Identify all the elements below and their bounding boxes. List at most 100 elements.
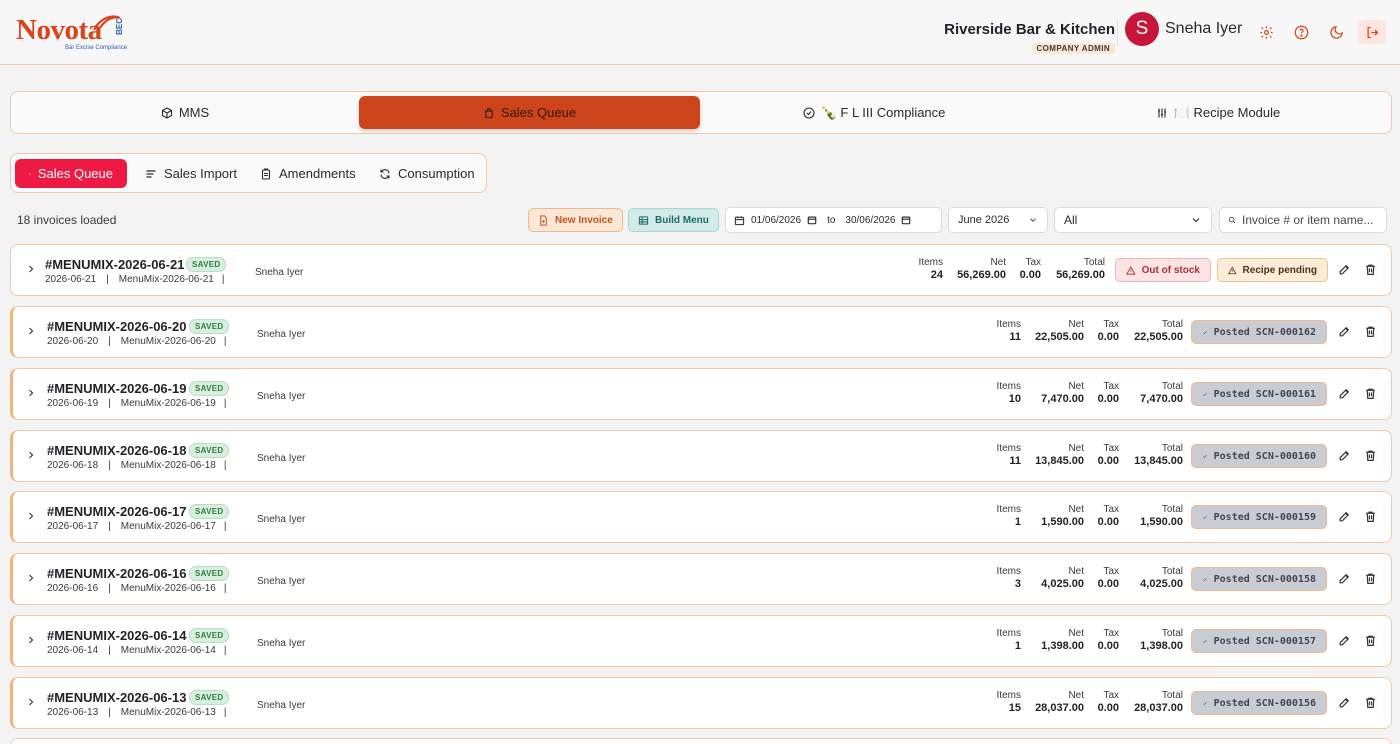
invoice-number: #MENUMIX-2026-06-18 [47, 443, 187, 458]
subtab-amendments[interactable]: Amendments [246, 159, 370, 188]
logout-button[interactable] [1358, 20, 1386, 44]
posted-status-badge[interactable]: Posted SCN-000157 [1191, 629, 1327, 653]
stat-total: Total 56,269.00 [1056, 257, 1105, 281]
invoice-card[interactable]: #MENUMIX-2026-06-18 SAVED 2026-06-18 | MenuM… [10, 430, 1392, 482]
posted-status-badge[interactable]: Posted SCN-000156 [1191, 691, 1327, 715]
invoice-meta: 2026-06-20 | MenuMix-2026-06-20 | [47, 336, 234, 347]
stat-label: Total [1161, 690, 1183, 701]
subtab-sales-queue[interactable]: Sales Queue [15, 159, 127, 188]
brand-logo[interactable]: Novota BEC Bar Excise Compliance [16, 12, 136, 56]
chevron-right-icon[interactable] [25, 634, 37, 646]
subtab-sales-import[interactable]: Sales Import [131, 159, 251, 188]
edit-icon[interactable] [1338, 510, 1351, 523]
invoice-card[interactable]: #MENUMIX-2026-06-13 SAVED 2026-06-13 | MenuM… [10, 677, 1392, 729]
edit-icon[interactable] [1338, 325, 1351, 338]
role-badge: COMPANY ADMIN [1031, 43, 1115, 54]
saved-badge: SAVED [189, 381, 230, 396]
posted-status-badge[interactable]: Posted SCN-000158 [1191, 567, 1327, 591]
date-from-field[interactable]: 01/06/2026 [751, 215, 801, 226]
user-name[interactable]: Sneha Iyer [1165, 20, 1242, 38]
stat-items: Items 11 [997, 319, 1021, 343]
help-button[interactable] [1287, 20, 1315, 44]
posted-status-badge[interactable]: Posted SCN-000160 [1191, 444, 1327, 468]
invoice-card[interactable]: #MENUMIX-2026-06-19 SAVED 2026-06-19 | MenuM… [10, 368, 1392, 420]
trash-icon[interactable] [1364, 572, 1377, 585]
edit-icon[interactable] [1338, 572, 1351, 585]
invoice-user: Sneha Iyer [257, 514, 306, 525]
trash-icon[interactable] [1364, 387, 1377, 400]
trash-icon[interactable] [1364, 325, 1377, 338]
chevron-right-icon[interactable] [25, 387, 37, 399]
stat-value: 13,845.00 [1134, 455, 1183, 467]
status-filter-select[interactable]: All [1054, 207, 1212, 233]
settings-button[interactable] [1252, 20, 1280, 44]
main-module-tabs: MMS Sales Queue 🍾 F L III Compliance 🍽️ … [10, 91, 1392, 134]
chevron-right-icon[interactable] [25, 572, 37, 584]
date-to-field[interactable]: 30/06/2026 [845, 215, 895, 226]
stat-value: 10 [1008, 393, 1021, 405]
search-input[interactable] [1242, 213, 1378, 227]
out-of-stock-badge[interactable]: Out of stock [1115, 258, 1211, 282]
trash-icon[interactable] [1364, 263, 1377, 276]
invoice-card[interactable]: #MENUMIX-2026-06-21 SAVED 2026-06-21 | MenuM… [10, 244, 1392, 296]
invoice-card[interactable]: #MENUMIX-2026-06-16 SAVED 2026-06-16 | MenuM… [10, 553, 1392, 605]
calendar-picker-icon[interactable] [901, 215, 911, 225]
edit-icon[interactable] [1338, 634, 1351, 647]
stat-total: Total 7,470.00 [1140, 381, 1183, 405]
invoice-meta: 2026-06-16 | MenuMix-2026-06-16 | [47, 583, 234, 594]
edit-icon[interactable] [1338, 263, 1351, 276]
tab-label: 🍾 F L III Compliance [820, 104, 946, 120]
trash-icon[interactable] [1364, 510, 1377, 523]
chevron-right-icon[interactable] [25, 696, 37, 708]
stat-label: Net [1068, 381, 1084, 392]
subtab-consumption[interactable]: Consumption [365, 159, 489, 188]
edit-icon[interactable] [1338, 387, 1351, 400]
tab-mms[interactable]: MMS [15, 96, 355, 129]
edit-icon[interactable] [1338, 696, 1351, 709]
trash-icon[interactable] [1364, 696, 1377, 709]
meta-separator: | [223, 398, 227, 409]
posted-status-badge[interactable]: Posted SCN-000162 [1191, 320, 1327, 344]
invoice-card[interactable]: #MENUMIX-2026-06-14 SAVED 2026-06-14 | MenuM… [10, 615, 1392, 667]
chevron-right-icon[interactable] [25, 449, 37, 461]
edit-icon[interactable] [1338, 449, 1351, 462]
posted-status-badge[interactable]: Posted SCN-000161 [1191, 382, 1327, 406]
posted-label: Posted SCN-000160 [1213, 450, 1316, 462]
invoice-card[interactable]: #MENUMIX-2026-06-20 SAVED 2026-06-20 | MenuM… [10, 306, 1392, 358]
dark-mode-toggle[interactable] [1322, 20, 1350, 44]
trash-icon[interactable] [1364, 449, 1377, 462]
build-menu-button[interactable]: Build Menu [628, 208, 719, 232]
invoice-number: #MENUMIX-2026-06-21 [45, 257, 185, 272]
trash-icon[interactable] [1364, 634, 1377, 647]
invoice-number: #MENUMIX-2026-06-14 [47, 628, 187, 643]
stat-label: Tax [1103, 443, 1119, 454]
saved-badge: SAVED [189, 319, 230, 334]
stat-value: 13,845.00 [1035, 455, 1084, 467]
tab-fl-compliance[interactable]: 🍾 F L III Compliance [704, 96, 1044, 129]
tab-recipe-module[interactable]: 🍽️ Recipe Module [1048, 96, 1388, 129]
invoice-card-partial[interactable] [10, 738, 1392, 744]
meta-separator: | [108, 521, 111, 532]
calendar-picker-icon[interactable] [807, 215, 817, 225]
tab-label: 🍽️ Recipe Module [1173, 104, 1281, 120]
stat-label: Tax [1103, 504, 1119, 515]
chevron-right-icon[interactable] [25, 263, 37, 275]
recipe-pending-badge[interactable]: Recipe pending [1217, 258, 1328, 282]
month-select[interactable]: June 2026 [948, 207, 1048, 233]
new-invoice-button[interactable]: New Invoice [528, 208, 623, 232]
invoice-card[interactable]: #MENUMIX-2026-06-17 SAVED 2026-06-17 | MenuM… [10, 491, 1392, 543]
stat-total: Total 13,845.00 [1134, 443, 1183, 467]
chevron-right-icon[interactable] [25, 510, 37, 522]
meta-separator: | [223, 645, 227, 656]
stat-value: 56,269.00 [1056, 269, 1105, 281]
chevron-right-icon[interactable] [25, 325, 37, 337]
tab-sales-queue[interactable]: Sales Queue [359, 96, 700, 129]
invoice-number: #MENUMIX-2026-06-16 [47, 566, 187, 581]
help-icon [1294, 25, 1308, 39]
invoice-meta: 2026-06-18 | MenuMix-2026-06-18 | [47, 460, 234, 471]
posted-status-badge[interactable]: Posted SCN-000159 [1191, 505, 1327, 529]
stat-value: 28,037.00 [1134, 702, 1183, 714]
avatar[interactable]: S [1125, 12, 1159, 46]
company-info: Riverside Bar & Kitchen COMPANY ADMIN [944, 21, 1115, 56]
meta-separator: | [108, 398, 111, 409]
